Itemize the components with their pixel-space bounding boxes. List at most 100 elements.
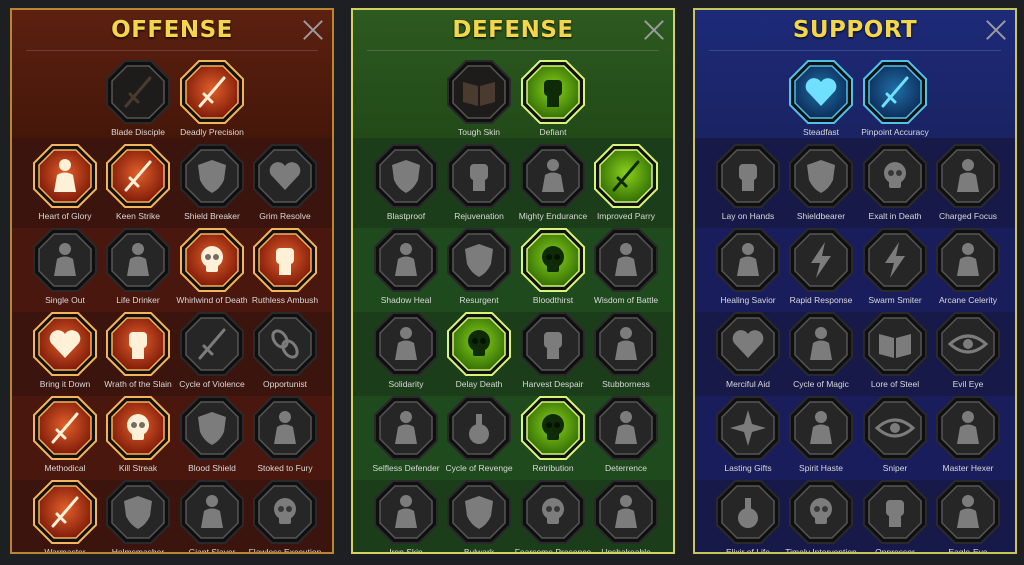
skill-node[interactable]: Fearsome Presence xyxy=(515,480,591,552)
skill-node[interactable]: Evil Eye xyxy=(931,312,1005,396)
skill-node[interactable]: Grim Resolve xyxy=(248,144,322,228)
skill-label: Unshakeable xyxy=(601,547,651,554)
evil-eyes-icon xyxy=(936,312,1000,376)
skill-node[interactable]: Charged Focus xyxy=(931,144,1005,228)
skill-node[interactable]: Life Drinker xyxy=(101,228,175,312)
scales-icon xyxy=(447,60,511,124)
single-out-icon xyxy=(33,228,97,292)
panel-title: SUPPORT xyxy=(792,17,918,43)
skill-node[interactable]: Stubborness xyxy=(589,312,663,396)
skill-node[interactable]: Helmsmasher xyxy=(101,480,175,552)
skill-node[interactable]: Unshakeable xyxy=(589,480,663,552)
skill-node[interactable]: Resurgent xyxy=(442,228,516,312)
defender-icon xyxy=(374,396,438,460)
skill-label: Improved Parry xyxy=(596,211,656,221)
double-skull-icon xyxy=(106,396,170,460)
heart-sparkle-icon xyxy=(789,60,853,124)
close-icon[interactable] xyxy=(302,19,324,41)
arcane-figure-icon xyxy=(936,228,1000,292)
pierced-heart-icon xyxy=(253,144,317,208)
skill-node[interactable]: Pinpoint Accuracy xyxy=(858,60,932,144)
hourglass-skull-icon xyxy=(447,312,511,376)
skill-label: Ruthless Ambush xyxy=(251,295,319,305)
skill-label: Evil Eye xyxy=(952,379,984,389)
winged-boot-icon xyxy=(789,396,853,460)
skill-node[interactable]: Deterrence xyxy=(589,396,663,480)
skill-node[interactable]: Defiant xyxy=(516,60,590,144)
open-book-icon xyxy=(863,312,927,376)
skill-node[interactable]: Shieldbearer xyxy=(784,144,858,228)
skill-label: Eagle-Eye xyxy=(948,547,988,554)
sword-heart-icon xyxy=(33,312,97,376)
axe-icon xyxy=(180,312,244,376)
skill-node[interactable]: Eagle-Eye xyxy=(931,480,1005,552)
fearsome-skull-icon xyxy=(521,480,585,544)
chains-icon xyxy=(253,312,317,376)
bull-head-icon xyxy=(594,312,658,376)
skill-node[interactable]: Oppressor xyxy=(858,480,932,552)
praying-hands-icon xyxy=(716,144,780,208)
skill-label: Grim Resolve xyxy=(259,211,311,221)
skill-node[interactable]: Delay Death xyxy=(442,312,516,396)
skill-node[interactable]: Steadfast xyxy=(784,60,858,144)
radiant-skull-icon xyxy=(521,396,585,460)
skill-label: Stubborness xyxy=(602,379,650,389)
skill-node[interactable]: Warmaster xyxy=(28,480,102,552)
magic-comet-icon xyxy=(789,312,853,376)
title-divider xyxy=(709,50,1001,51)
drops-icon xyxy=(447,396,511,460)
fist-sword-icon xyxy=(106,312,170,376)
skill-label: Opportunist xyxy=(263,379,307,389)
skill-node[interactable]: Wisdom of Battle xyxy=(589,228,663,312)
skill-node[interactable]: Tough Skin xyxy=(442,60,516,144)
skill-label: Pinpoint Accuracy xyxy=(861,127,929,137)
skill-node[interactable]: Keen Strike xyxy=(101,144,175,228)
skill-node[interactable]: Rapid Response xyxy=(784,228,858,312)
skill-node[interactable]: Blade Disciple xyxy=(101,60,175,144)
skill-node[interactable]: Rejuvenation xyxy=(442,144,516,228)
close-icon[interactable] xyxy=(643,19,665,41)
skill-node[interactable]: Flawless Execution xyxy=(248,480,322,552)
healing-figure-icon xyxy=(716,228,780,292)
skill-label: Flawless Execution xyxy=(248,547,322,554)
title-divider xyxy=(367,50,659,51)
skill-node[interactable]: Wrath of the Slain xyxy=(101,312,175,396)
hammer-strike-icon xyxy=(33,480,97,544)
skill-label: Arcane Celerity xyxy=(938,295,998,305)
skill-node[interactable]: Deadly Precision xyxy=(175,60,249,144)
target-arrow-icon xyxy=(863,60,927,124)
skill-node[interactable]: Ruthless Ambush xyxy=(248,228,322,312)
knight-shield-icon xyxy=(447,228,511,292)
shadow-figure-icon xyxy=(374,228,438,292)
chained-heart-icon xyxy=(716,312,780,376)
skill-node[interactable]: Iron Skin xyxy=(369,480,443,552)
skill-node[interactable]: Kill Streak xyxy=(101,396,175,480)
chevron-shield-icon xyxy=(374,144,438,208)
skill-label: Deterrence xyxy=(604,463,648,473)
dagger-hand-icon xyxy=(253,228,317,292)
skull-clock-icon xyxy=(789,480,853,544)
helm-icon xyxy=(106,480,170,544)
skill-node[interactable]: Cycle of Revenge xyxy=(442,396,516,480)
skill-node[interactable]: Timely Intervention xyxy=(784,480,858,552)
skull-heart-icon xyxy=(521,228,585,292)
skill-node[interactable]: Giant Slayer xyxy=(175,480,249,552)
crossed-blades-icon xyxy=(594,144,658,208)
skill-node[interactable]: Cycle of Magic xyxy=(784,312,858,396)
steadfast-figure-icon xyxy=(594,480,658,544)
title-divider xyxy=(26,50,318,51)
close-icon[interactable] xyxy=(985,19,1007,41)
skill-node[interactable]: Arcane Celerity xyxy=(931,228,1005,312)
panel-title: OFFENSE xyxy=(111,17,233,43)
skill-node[interactable]: Stoked to Fury xyxy=(248,396,322,480)
open-palm-icon xyxy=(521,312,585,376)
skill-node[interactable]: Improved Parry xyxy=(589,144,663,228)
skill-node[interactable]: Elixir of Life xyxy=(711,480,785,552)
star-burst-icon xyxy=(716,396,780,460)
hand-icon xyxy=(447,144,511,208)
skill-node[interactable]: Bulwark xyxy=(442,480,516,552)
skill-node[interactable]: Spirit Haste xyxy=(784,396,858,480)
skill-label: Defiant xyxy=(539,127,567,137)
skill-node[interactable]: Master Hexer xyxy=(931,396,1005,480)
skill-node[interactable]: Opportunist xyxy=(248,312,322,396)
